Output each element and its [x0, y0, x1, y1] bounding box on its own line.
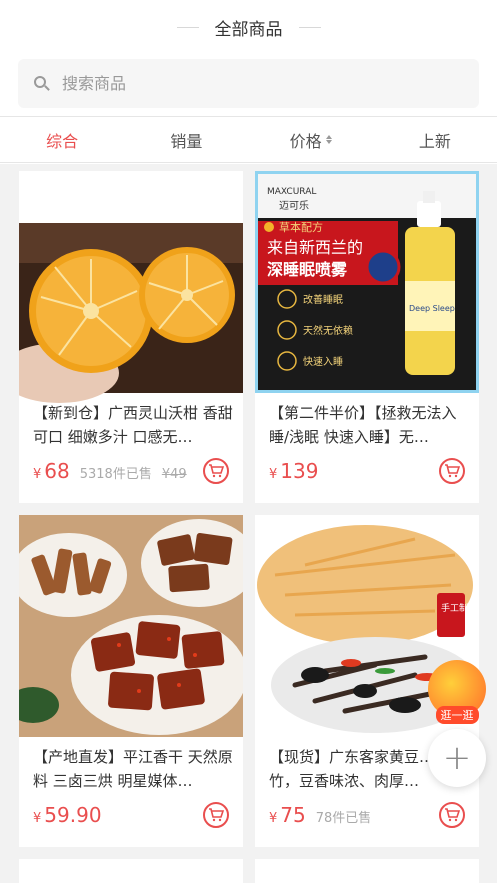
handmade-seal: 手工制作	[441, 602, 477, 614]
add-to-cart-button[interactable]	[203, 802, 229, 828]
title-divider-left	[176, 26, 199, 28]
headline-1: 来自新西兰的	[267, 238, 363, 257]
feature-3: 快速入睡	[303, 355, 343, 368]
browse-promo-button[interactable]: 逛一逛	[428, 660, 486, 724]
browse-promo-label: 逛一逛	[435, 706, 479, 724]
cart-icon	[209, 464, 224, 478]
product-price: 139	[280, 459, 319, 483]
add-to-cart-button[interactable]	[439, 458, 465, 484]
tab-comprehensive[interactable]: 综合	[0, 117, 124, 162]
price-row: ¥ 59.90	[33, 803, 102, 827]
tab-label: 销量	[170, 131, 203, 151]
product-card[interactable]	[19, 859, 243, 883]
product-card[interactable]: 【新到仓】广西灵山沃柑 香甜可口 细嫩多汁 口感无… ¥ 68 5318件已售 …	[19, 171, 243, 503]
tab-new[interactable]: 上新	[373, 117, 497, 162]
herbal-tag: 草本配方	[279, 220, 323, 234]
sort-arrows-icon	[325, 135, 332, 144]
plus-icon: +	[442, 738, 472, 778]
add-to-cart-button[interactable]	[439, 802, 465, 828]
product-image-orange	[19, 223, 243, 403]
sold-count: 5318件已售	[79, 467, 152, 482]
cart-icon	[445, 464, 460, 478]
tab-price[interactable]: 价格	[249, 117, 373, 162]
product-card[interactable]: 【产地直发】平江香干 天然原料 三卤三烘 明星媒体… ¥ 59.90	[19, 515, 243, 847]
sold-count: 78件已售	[315, 811, 372, 826]
tab-label: 价格	[289, 131, 322, 151]
currency-symbol: ¥	[33, 811, 42, 826]
tab-label: 上新	[418, 131, 451, 151]
title-divider-right	[298, 26, 321, 28]
currency-symbol: ¥	[269, 467, 278, 482]
page-title: 全部商品	[214, 19, 283, 40]
bottle-label: Deep Sleep	[409, 304, 455, 313]
product-image-sleep-spray: MAXCURAL 迈可乐 草本配方 来自新西兰的 深睡眠喷雾 改善睡眠 天然无依…	[255, 171, 479, 393]
product-price: 59.90	[44, 803, 102, 827]
product-title: 【新到仓】广西灵山沃柑 香甜可口 细嫩多汁 口感无…	[33, 404, 233, 446]
brand-cn-text: 迈可乐	[279, 200, 309, 212]
product-card[interactable]	[255, 859, 479, 883]
add-button[interactable]: +	[428, 729, 486, 787]
search-icon	[34, 75, 50, 92]
original-price: ¥49	[161, 467, 187, 482]
top-panel: 全部商品 综合 销量 价格 上新	[0, 0, 497, 164]
section-title: 全部商品	[0, 12, 497, 42]
product-price: 75	[280, 803, 306, 827]
cart-icon	[209, 808, 224, 822]
add-to-cart-button[interactable]	[203, 458, 229, 484]
feature-1: 改善睡眠	[303, 293, 343, 306]
currency-symbol: ¥	[269, 811, 278, 826]
search-input[interactable]	[62, 74, 422, 93]
feature-2: 天然无依赖	[303, 324, 353, 337]
product-title: 【产地直发】平江香干 天然原料 三卤三烘 明星媒体…	[33, 748, 233, 790]
price-row: ¥ 75 78件已售	[269, 803, 371, 827]
sort-bar: 综合 销量 价格 上新	[0, 116, 497, 163]
search-bar[interactable]	[18, 59, 479, 108]
product-card[interactable]: MAXCURAL 迈可乐 草本配方 来自新西兰的 深睡眠喷雾 改善睡眠 天然无依…	[255, 171, 479, 503]
tab-label: 综合	[46, 131, 79, 151]
product-price: 68	[44, 459, 70, 483]
cart-icon	[445, 808, 460, 822]
product-image-dried-tofu	[19, 515, 243, 737]
headline-2: 深睡眠喷雾	[267, 260, 348, 279]
price-row: ¥ 68 5318件已售 ¥49	[33, 459, 187, 483]
currency-symbol: ¥	[33, 467, 42, 482]
product-title: 【第二件半价】【拯救无法入睡/浅眠 快速入睡】无…	[269, 404, 457, 446]
tab-sales[interactable]: 销量	[124, 117, 248, 162]
price-row: ¥ 139	[269, 459, 318, 483]
brand-text: MAXCURAL	[267, 187, 316, 197]
